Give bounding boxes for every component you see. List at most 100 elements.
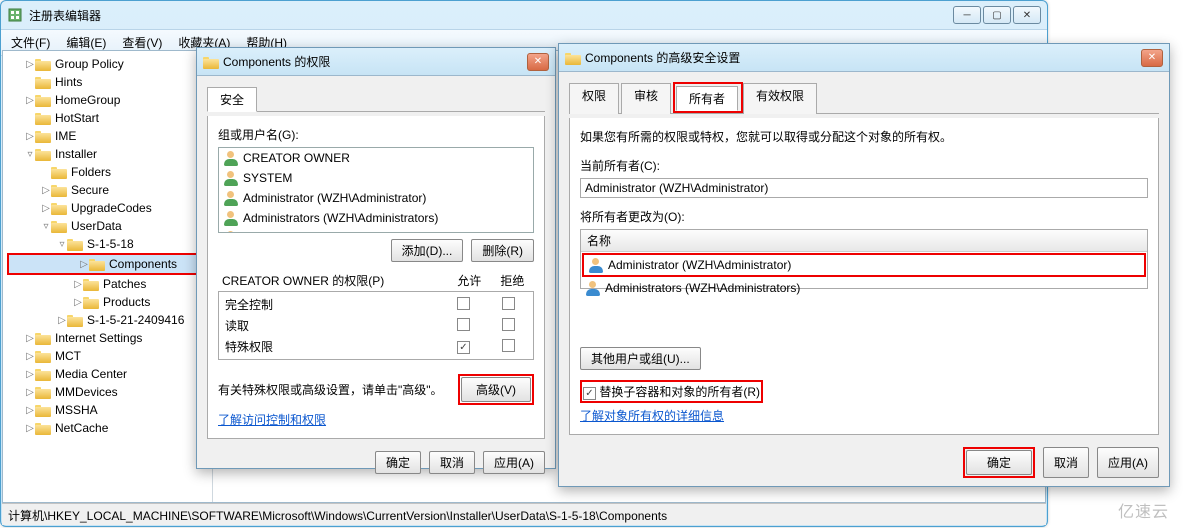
tab-1[interactable]: 审核: [621, 83, 671, 114]
tree-label: S-1-5-21-2409416: [87, 313, 184, 327]
expand-icon[interactable]: ▿: [25, 149, 35, 160]
tree-node[interactable]: HotStart: [3, 109, 212, 127]
expand-icon[interactable]: ▷: [73, 297, 83, 308]
add-button[interactable]: 添加(D)...: [391, 239, 464, 262]
adv-close-button[interactable]: ✕: [1141, 49, 1163, 67]
tree-node[interactable]: ▿Installer: [3, 145, 212, 163]
tree-node[interactable]: ▷MCT: [3, 347, 212, 365]
user-icon: [223, 170, 239, 186]
user-icon: [588, 257, 604, 273]
adv-ok-button[interactable]: 确定: [966, 450, 1032, 475]
tree-label: Components: [109, 257, 177, 271]
tree-node[interactable]: ▷ S-1-5-21-2409416: [3, 311, 212, 329]
tab-0[interactable]: 权限: [569, 83, 619, 114]
tree-node[interactable]: ▿S-1-5-18: [3, 235, 212, 253]
registry-tree[interactable]: ▷Group PolicyHints▷HomeGroupHotStart▷IME…: [3, 51, 213, 502]
regedit-icon: [7, 7, 23, 23]
tree-node[interactable]: ▷ Components: [9, 255, 206, 273]
tree-node[interactable]: ▿UserData: [3, 217, 212, 235]
folder-icon: [565, 51, 581, 65]
permissions-titlebar[interactable]: Components 的权限 ✕: [197, 48, 555, 76]
user-name: Users (WZH\Users): [243, 231, 348, 233]
tree-node[interactable]: ▷Products: [3, 293, 212, 311]
minimize-button[interactable]: ─: [953, 6, 981, 24]
expand-icon[interactable]: ▷: [41, 203, 51, 214]
deny-checkbox[interactable]: [502, 318, 515, 331]
owner-listbox[interactable]: 名称 Administrator (WZH\Administrator)Admi…: [580, 229, 1148, 289]
expand-icon[interactable]: ▷: [25, 95, 35, 106]
expand-icon[interactable]: ▷: [25, 423, 35, 434]
tree-node[interactable]: ▷NetCache: [3, 419, 212, 437]
expand-icon[interactable]: ▷: [25, 369, 35, 380]
tree-node[interactable]: ▷HomeGroup: [3, 91, 212, 109]
tree-node[interactable]: ▷Secure: [3, 181, 212, 199]
replace-checkbox[interactable]: ✓: [583, 387, 596, 400]
tree-node[interactable]: ▷Group Policy: [3, 55, 212, 73]
deny-checkbox[interactable]: [502, 297, 515, 310]
expand-icon[interactable]: ▷: [25, 333, 35, 344]
list-item[interactable]: Administrator (WZH\Administrator): [219, 188, 533, 208]
current-owner-label: 当前所有者(C):: [580, 157, 1148, 174]
expand-icon[interactable]: ▷: [41, 185, 51, 196]
tree-node[interactable]: ▷IME: [3, 127, 212, 145]
other-user-button[interactable]: 其他用户或组(U)...: [580, 347, 701, 370]
list-item[interactable]: Users (WZH\Users): [219, 228, 533, 233]
list-item[interactable]: Administrator (WZH\Administrator): [584, 255, 1144, 275]
expand-icon[interactable]: ▷: [79, 259, 89, 270]
list-item[interactable]: Administrators (WZH\Administrators): [219, 208, 533, 228]
folder-icon: [35, 111, 51, 125]
adv-apply-button[interactable]: 应用(A): [1097, 447, 1159, 478]
owner-name: Administrator (WZH\Administrator): [608, 258, 791, 272]
tree-node[interactable]: ▷MMDevices: [3, 383, 212, 401]
close-button[interactable]: ✕: [1013, 6, 1041, 24]
regedit-titlebar[interactable]: 注册表编辑器 ─ ▢ ✕: [1, 1, 1047, 29]
maximize-button[interactable]: ▢: [983, 6, 1011, 24]
adv-learn-row: 了解对象所有权的详细信息: [580, 407, 1148, 424]
adv-titlebar[interactable]: Components 的高级安全设置 ✕: [559, 44, 1169, 72]
deny-checkbox[interactable]: [502, 339, 515, 352]
folder-icon: [51, 201, 67, 215]
adv-learn-link[interactable]: 了解对象所有权的详细信息: [580, 409, 724, 423]
tree-node[interactable]: Folders: [3, 163, 212, 181]
apply-button[interactable]: 应用(A): [483, 451, 545, 474]
adv-ok-highlight: 确定: [963, 447, 1035, 478]
list-item[interactable]: SYSTEM: [219, 168, 533, 188]
tab-3[interactable]: 有效权限: [743, 83, 817, 114]
perm-name: 读取: [221, 315, 441, 336]
expand-icon[interactable]: ▷: [25, 59, 35, 70]
user-name: Administrator (WZH\Administrator): [243, 191, 426, 205]
tree-node[interactable]: Hints: [3, 73, 212, 91]
cancel-button[interactable]: 取消: [429, 451, 475, 474]
tab-security[interactable]: 安全: [207, 87, 257, 112]
allow-checkbox[interactable]: [457, 297, 470, 310]
tree-node[interactable]: ▷Internet Settings: [3, 329, 212, 347]
expand-icon[interactable]: ▷: [57, 315, 67, 326]
expand-icon[interactable]: ▷: [25, 405, 35, 416]
permissions-close-button[interactable]: ✕: [527, 53, 549, 71]
allow-checkbox[interactable]: [457, 318, 470, 331]
remove-button[interactable]: 删除(R): [471, 239, 534, 262]
user-name: Administrators (WZH\Administrators): [243, 211, 438, 225]
replace-checkbox-label[interactable]: ✓ 替换子容器和对象的所有者(R): [583, 385, 760, 399]
expand-icon[interactable]: ▷: [25, 131, 35, 142]
tree-node[interactable]: ▷MSSHA: [3, 401, 212, 419]
expand-icon[interactable]: ▿: [57, 239, 67, 250]
adv-cancel-button[interactable]: 取消: [1043, 447, 1089, 478]
expand-icon[interactable]: ▷: [25, 387, 35, 398]
folder-icon: [83, 277, 99, 291]
expand-icon[interactable]: ▿: [41, 221, 51, 232]
list-item[interactable]: CREATOR OWNER: [219, 148, 533, 168]
permissions-tabset: 安全: [207, 86, 545, 112]
tree-node[interactable]: ▷UpgradeCodes: [3, 199, 212, 217]
ok-button[interactable]: 确定: [375, 451, 421, 474]
advanced-button[interactable]: 高级(V): [461, 377, 531, 402]
allow-checkbox[interactable]: ✓: [457, 341, 470, 354]
expand-icon[interactable]: ▷: [73, 279, 83, 290]
users-listbox[interactable]: CREATOR OWNERSYSTEM Administrator (WZH\Ad…: [218, 147, 534, 233]
current-owner-value: Administrator (WZH\Administrator): [580, 178, 1148, 198]
tree-node[interactable]: ▷Media Center: [3, 365, 212, 383]
expand-icon[interactable]: ▷: [25, 351, 35, 362]
tree-node[interactable]: ▷Patches: [3, 275, 212, 293]
tab-2[interactable]: 所有者: [676, 86, 738, 111]
learn-link[interactable]: 了解访问控制和权限: [218, 413, 326, 427]
